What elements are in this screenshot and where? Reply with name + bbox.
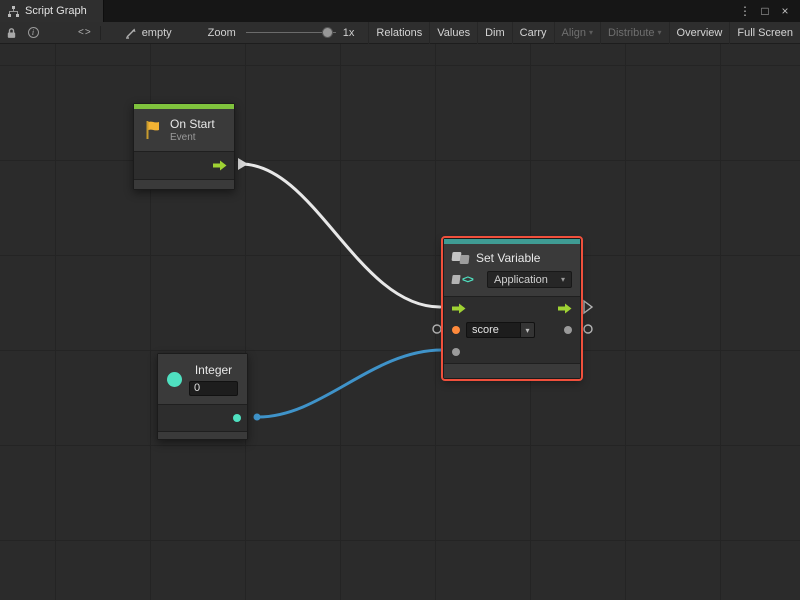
caret-down-icon: ▾ (561, 275, 565, 284)
flow-output-port[interactable] (558, 303, 572, 314)
angle-brackets-icon: <> (462, 274, 473, 286)
flow-output-port[interactable] (213, 160, 227, 171)
window-controls: ⋮ □ × (738, 0, 800, 22)
distribute-label: Distribute (608, 27, 654, 39)
align-label: Align (562, 27, 586, 39)
unity-visual-scripting-window: Script Graph ⋮ □ × i <> empty (0, 0, 800, 600)
node-title: On Start (170, 117, 215, 131)
integer-ports (158, 405, 247, 431)
carry-label: Carry (520, 27, 547, 39)
zoom-slider-knob[interactable] (322, 27, 333, 38)
lock-icon (6, 27, 17, 39)
values-button[interactable]: Values (429, 22, 477, 44)
node-footer (134, 179, 234, 189)
on-start-header: On Start Event (134, 109, 234, 151)
tab-script-graph[interactable]: Script Graph (0, 0, 104, 22)
integer-output-indicator[interactable] (254, 414, 261, 421)
zoom-label: Zoom (208, 27, 236, 39)
integer-header: Integer 0 (158, 354, 247, 404)
caret-down-icon: ▾ (589, 28, 593, 37)
relations-button[interactable]: Relations (368, 22, 429, 44)
carry-button[interactable]: Carry (512, 22, 554, 44)
variable-kind-value: Application (494, 274, 548, 286)
dim-button[interactable]: Dim (477, 22, 512, 44)
graph-breadcrumb-empty[interactable]: empty (125, 27, 172, 39)
overview-label: Overview (677, 27, 723, 39)
dim-label: Dim (485, 27, 505, 39)
node-subtitle: Event (170, 132, 215, 143)
pointer-icon (125, 27, 137, 39)
wire-on-start-to-set-variable[interactable] (241, 164, 440, 307)
on-start-ports (134, 152, 234, 179)
wires-layer (0, 44, 800, 600)
node-integer[interactable]: Integer 0 (157, 353, 248, 440)
node-title: Integer (189, 363, 238, 377)
node-footer (444, 363, 580, 378)
set-variable-input-indicator[interactable] (433, 325, 441, 333)
zoom-slider[interactable] (246, 22, 336, 44)
node-title: Set Variable (476, 251, 540, 265)
flag-icon (144, 120, 162, 140)
variable-name-field[interactable]: score ▾ (466, 322, 535, 338)
application-variables-icon: <> (452, 274, 480, 286)
set-variable-flow-out-indicator[interactable] (584, 301, 592, 313)
node-set-variable[interactable]: Set Variable <> Application ▾ (443, 238, 581, 379)
flow-input-port[interactable] (452, 303, 466, 314)
zoom-value: 1x (343, 27, 355, 39)
variables-icon (452, 252, 469, 265)
align-button: Align ▾ (554, 22, 600, 44)
wire-integer-to-set-variable[interactable] (258, 350, 442, 417)
graph-canvas[interactable]: On Start Event Set Variable (0, 44, 800, 600)
tab-title: Script Graph (25, 5, 87, 17)
integer-type-icon (167, 372, 182, 387)
integer-value-field[interactable]: 0 (189, 381, 238, 396)
info-button[interactable]: i (22, 22, 44, 44)
info-icon: i (28, 27, 39, 38)
value-output-port[interactable] (564, 326, 572, 334)
caret-down-icon: ▾ (658, 28, 662, 37)
code-view-icon[interactable]: <> (78, 27, 92, 38)
titlebar: Script Graph ⋮ □ × (0, 0, 800, 22)
set-variable-value-row (444, 341, 580, 363)
variable-kind-dropdown[interactable]: Application ▾ (487, 271, 572, 288)
values-label: Values (437, 27, 470, 39)
maximize-icon[interactable]: □ (758, 0, 772, 22)
distribute-button: Distribute ▾ (600, 22, 668, 44)
set-variable-name-row: score ▾ (444, 319, 580, 341)
variable-name-value[interactable]: score (466, 322, 520, 338)
graph-toolbar: i <> empty Zoom 1x Relations Values (0, 22, 800, 44)
toolbar-separator (100, 26, 101, 40)
lock-button[interactable] (0, 22, 22, 44)
set-variable-flow-row (444, 297, 580, 319)
value-input-port[interactable] (452, 348, 460, 356)
node-on-start[interactable]: On Start Event (133, 103, 235, 190)
variable-name-dropdown-button[interactable]: ▾ (520, 322, 535, 338)
menu-icon[interactable]: ⋮ (738, 0, 752, 22)
variable-name-port[interactable] (452, 326, 460, 334)
set-variable-header: Set Variable <> Application ▾ (444, 244, 580, 296)
node-footer (158, 431, 247, 439)
breadcrumb-label: empty (142, 27, 172, 39)
toolbar-buttons: Relations Values Dim Carry Align ▾ Distr… (368, 22, 800, 44)
caret-down-icon: ▾ (525, 326, 529, 335)
integer-output-port[interactable] (233, 414, 241, 422)
graph-icon (8, 6, 19, 17)
close-icon[interactable]: × (778, 0, 792, 22)
overview-button[interactable]: Overview (669, 22, 730, 44)
on-start-flow-out-indicator[interactable] (238, 158, 248, 170)
relations-label: Relations (376, 27, 422, 39)
set-variable-output-indicator[interactable] (584, 325, 592, 333)
fullscreen-button[interactable]: Full Screen (729, 22, 800, 44)
fullscreen-label: Full Screen (737, 27, 793, 39)
